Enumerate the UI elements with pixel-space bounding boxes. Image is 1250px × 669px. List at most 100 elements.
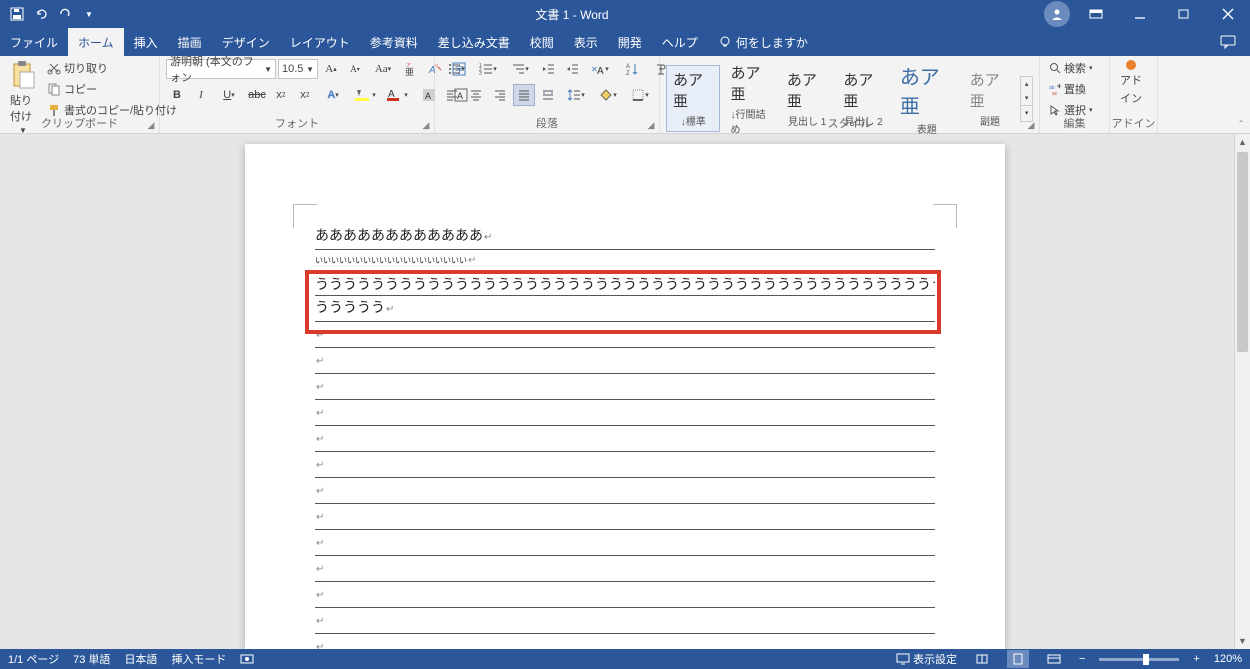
grow-font-button[interactable]: A▴ [320,58,342,80]
zoom-in-button[interactable]: + [1193,653,1199,665]
font-color-button[interactable]: A▾ [382,84,412,106]
empty-line[interactable] [315,478,935,504]
italic-button[interactable]: I [190,84,212,106]
tab-file[interactable]: ファイル [0,28,68,56]
font-name-combo[interactable]: 游明朝 (本文のフォン▼ [166,59,276,79]
minimize-button[interactable] [1118,0,1162,28]
strikethrough-button[interactable]: abc [246,84,268,106]
replace-button[interactable]: abac置換 [1046,79,1096,99]
justify-button[interactable] [513,84,535,106]
svg-text:ac: ac [1052,91,1058,95]
empty-line[interactable] [315,400,935,426]
window-title: 文書 1 - Word [100,6,1044,23]
asian-layout-button[interactable]: ✕A▾ [585,58,615,80]
undo-button[interactable] [30,3,52,25]
numbering-button[interactable]: 123▾ [473,58,503,80]
zoom-slider-thumb[interactable] [1143,654,1149,665]
empty-line[interactable] [315,582,935,608]
empty-line[interactable] [315,634,935,649]
zoom-slider[interactable] [1099,658,1179,661]
close-button[interactable] [1206,0,1250,28]
tab-home[interactable]: ホーム [68,28,124,56]
align-left-button[interactable] [441,84,463,106]
web-layout-button[interactable] [1043,650,1065,668]
increase-indent-button[interactable] [561,58,583,80]
align-center-button[interactable] [465,84,487,106]
status-insert-mode[interactable]: 挿入モード [171,651,226,667]
tab-draw[interactable]: 描画 [168,28,212,56]
tab-review[interactable]: 校閲 [520,28,564,56]
find-button[interactable]: 検索▾ [1046,58,1096,78]
maximize-button[interactable] [1162,0,1206,28]
zoom-out-button[interactable]: − [1079,653,1085,665]
group-editing-label: 編集 [1040,115,1109,131]
ribbon: 貼り付け ▼ 切り取り コピー 書式のコピー/貼り付け クリップボード ◢ 游明… [0,56,1250,134]
tab-view[interactable]: 表示 [564,28,608,56]
tab-developer[interactable]: 開発 [608,28,652,56]
borders-button[interactable]: ▾ [625,84,655,106]
tab-design[interactable]: デザイン [212,28,280,56]
status-page[interactable]: 1/1 ページ [8,651,59,667]
macro-record-button[interactable] [240,653,254,665]
sort-button[interactable]: AZ [617,58,647,80]
tab-layout[interactable]: レイアウト [280,28,360,56]
multilevel-list-button[interactable]: ▾ [505,58,535,80]
save-button[interactable] [6,3,28,25]
ribbon-display-button[interactable] [1074,0,1118,28]
replace-icon: abac [1049,83,1061,95]
shading-button[interactable]: ▾ [593,84,623,106]
read-mode-button[interactable] [971,650,993,668]
status-bar: 1/1 ページ 73 単語 日本語 挿入モード 表示設定 − + 120% [0,649,1250,669]
superscript-button[interactable]: x2 [294,84,316,106]
phonetic-guide-button[interactable]: ア亜 [400,58,422,80]
status-word-count[interactable]: 73 単語 [73,651,110,667]
distribute-button[interactable] [537,84,559,106]
tab-mailings[interactable]: 差し込み文書 [428,28,520,56]
vertical-scrollbar[interactable]: ▲ ▼ [1234,134,1250,649]
subscript-button[interactable]: x2 [270,84,292,106]
scroll-thumb[interactable] [1237,152,1248,352]
scroll-up-button[interactable]: ▲ [1235,134,1250,150]
empty-line[interactable] [315,452,935,478]
styles-dialog-launcher[interactable]: ◢ [1025,119,1037,131]
shrink-font-button[interactable]: A▾ [344,58,366,80]
font-dialog-launcher[interactable]: ◢ [420,119,432,131]
redo-button[interactable] [54,3,76,25]
empty-line[interactable] [315,530,935,556]
text-effects-button[interactable]: A▾ [318,84,348,106]
collapse-ribbon-button[interactable]: ˆ [1234,118,1248,132]
display-settings-button[interactable]: 表示設定 [896,651,957,667]
print-layout-button[interactable] [1007,650,1029,668]
empty-line[interactable] [315,608,935,634]
addins-button[interactable]: アド イン [1116,58,1146,108]
highlight-button[interactable]: ▾ [350,84,380,106]
bold-button[interactable]: B [166,84,188,106]
zoom-level[interactable]: 120% [1214,653,1242,665]
qat-customize-button[interactable]: ▼ [78,3,100,25]
tab-insert[interactable]: 挿入 [124,28,168,56]
decrease-indent-button[interactable] [537,58,559,80]
scroll-down-button[interactable]: ▼ [1235,633,1250,649]
empty-line[interactable] [315,556,935,582]
tab-references[interactable]: 参考資料 [360,28,428,56]
addins-icon [1126,60,1136,70]
page[interactable]: ああああああああああああ いいいいいいいいいいいいいいいいいいい ううううううう… [245,144,1005,649]
font-size-combo[interactable]: 10.5▼ [278,59,318,79]
underline-button[interactable]: U ▾ [214,84,244,106]
line-spacing-button[interactable]: ▾ [561,84,591,106]
empty-line[interactable] [315,348,935,374]
comments-button[interactable] [1206,28,1250,56]
empty-line[interactable] [315,374,935,400]
tab-help[interactable]: ヘルプ [652,28,708,56]
clipboard-dialog-launcher[interactable]: ◢ [145,119,157,131]
text-line-1[interactable]: ああああああああああああ [315,224,935,250]
empty-line[interactable] [315,426,935,452]
tell-me-search[interactable]: 何をしますか [708,28,808,56]
empty-line[interactable] [315,504,935,530]
status-language[interactable]: 日本語 [124,651,157,667]
paragraph-dialog-launcher[interactable]: ◢ [645,119,657,131]
bullets-button[interactable]: ▾ [441,58,471,80]
change-case-button[interactable]: Aa▾ [368,58,398,80]
align-right-button[interactable] [489,84,511,106]
account-button[interactable] [1044,1,1070,27]
